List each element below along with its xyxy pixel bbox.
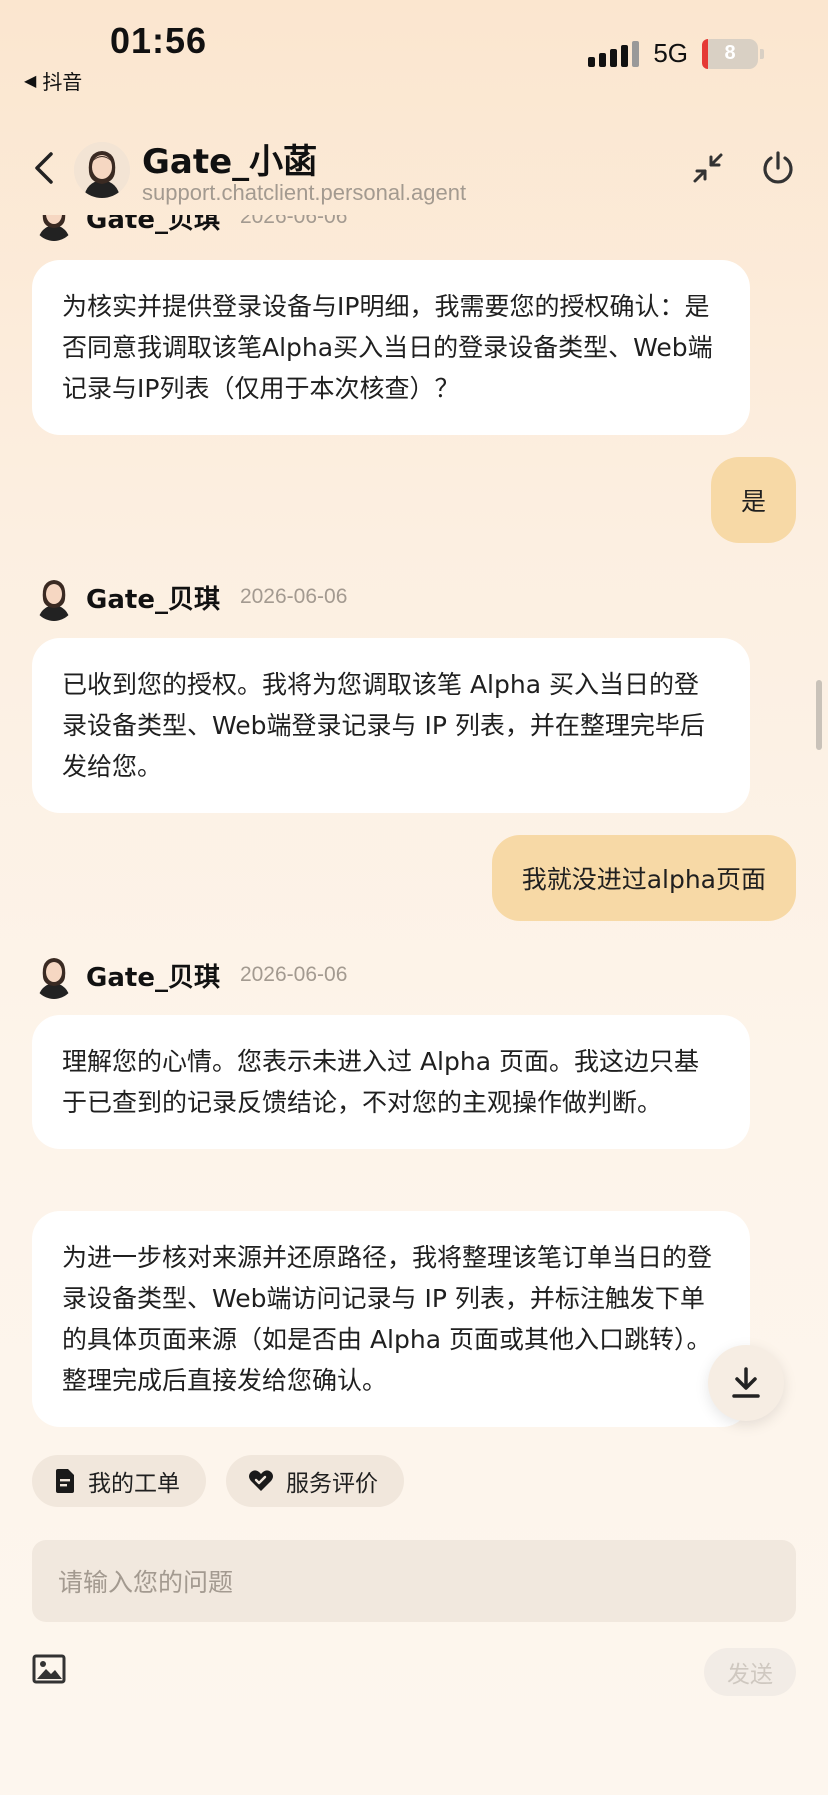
sender-name: Gate_贝琪: [86, 962, 220, 993]
message-date: 2026-06-06: [239, 215, 348, 228]
agent-message: 已收到您的授权。我将为您调取该笔 Alpha 买入当日的登录设备类型、Web端登…: [32, 638, 750, 813]
send-button[interactable]: 发送: [704, 1648, 796, 1696]
chevron-left-icon: [35, 152, 53, 184]
sender-name: Gate_贝琪: [86, 215, 220, 235]
status-indicators: 5G 8: [588, 38, 764, 69]
sender-avatar: [32, 573, 76, 621]
back-app-label: 抖音: [42, 70, 83, 94]
agent-message: 为进一步核对来源并还原路径，我将整理该笔订单当日的登录设备类型、Web端访问记录…: [32, 1211, 750, 1427]
service-rating-button[interactable]: 服务评价: [226, 1455, 404, 1507]
my-tickets-button[interactable]: 我的工单: [32, 1455, 206, 1507]
power-icon: [763, 151, 793, 184]
sender-name: Gate_贝琪: [86, 584, 220, 615]
signal-icon: [588, 40, 640, 67]
minimize-button[interactable]: [686, 146, 730, 190]
sender-row: Gate_贝琪 2026-06-06: [32, 573, 347, 621]
close-session-button[interactable]: [756, 146, 800, 190]
scroll-to-bottom-button[interactable]: [708, 1345, 784, 1421]
agent-avatar: [74, 142, 130, 198]
message-date: 2026-06-06: [239, 963, 348, 986]
my-tickets-label: 我的工单: [88, 1471, 180, 1497]
network-type: 5G: [653, 38, 688, 68]
back-button[interactable]: [26, 148, 62, 188]
agent-message: 理解您的心情。您表示未进入过 Alpha 页面。我这边只基于已查到的记录反馈结论…: [32, 1015, 750, 1149]
battery-icon: 8: [702, 38, 764, 69]
sender-avatar: [32, 951, 76, 999]
chat-subtitle: support.chatclient.personal.agent: [142, 180, 467, 205]
back-triangle-icon: ◀: [24, 71, 37, 90]
input-placeholder: 请输入您的问题: [58, 1568, 234, 1597]
download-icon: [732, 1367, 760, 1398]
status-time: 01:56: [110, 20, 208, 61]
user-message: 是: [710, 457, 796, 543]
agent-message: 为核实并提供登录设备与IP明细，我需要您的授权确认：是否同意我调取该笔Alpha…: [32, 260, 750, 435]
sender-avatar: [32, 215, 76, 241]
back-to-app-link[interactable]: ◀ 抖音: [24, 66, 82, 95]
sender-row: Gate_贝琪 2026-06-06: [32, 215, 347, 241]
minimize-arrows-icon: [693, 153, 723, 183]
battery-level: 8: [724, 42, 736, 64]
ticket-doc-icon: [56, 1469, 74, 1493]
chat-scrollbar[interactable]: [816, 680, 822, 750]
message-input[interactable]: 请输入您的问题: [32, 1540, 796, 1622]
message-date: 2026-06-06: [239, 585, 348, 608]
image-upload-button[interactable]: [32, 1654, 68, 1686]
image-icon: [32, 1654, 66, 1684]
chat-title: Gate_小菡: [142, 142, 318, 182]
chat-message-list[interactable]: Gate_贝琪 2026-06-06 为核实并提供登录设备与IP明细，我需要您的…: [0, 215, 828, 1435]
user-message: 我就没进过alpha页面: [491, 835, 796, 921]
service-rating-label: 服务评价: [286, 1471, 378, 1497]
heart-rating-icon: [249, 1470, 273, 1491]
quick-actions: 我的工单 服务评价: [32, 1455, 404, 1507]
chat-header: Gate_小菡 support.chatclient.personal.agen…: [0, 120, 828, 220]
sender-row: Gate_贝琪 2026-06-06: [32, 951, 347, 999]
